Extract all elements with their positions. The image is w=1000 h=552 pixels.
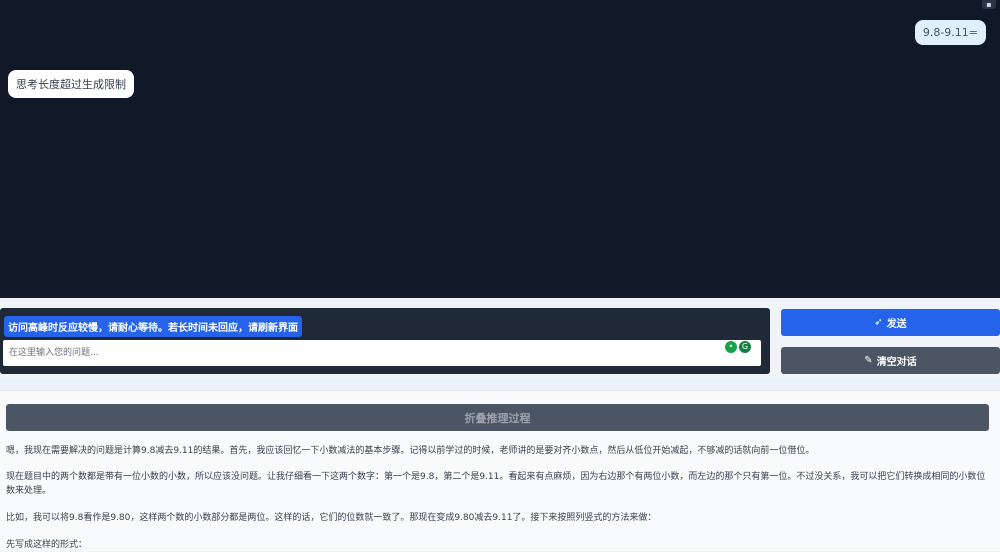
user-message-bubble: 9.8-9.11= <box>914 20 986 45</box>
question-input[interactable] <box>3 340 761 366</box>
divider <box>0 378 1000 390</box>
reasoning-paragraph: 嗯，我现在需要解决的问题是计算9.8减去9.11的结果。首先，我应该回忆一下小数… <box>6 446 815 456</box>
reasoning-paragraph: 现在题目中的两个数都是带有一位小数的小数，所以应该没问题。让我仔细看一下这两个数… <box>6 472 986 496</box>
rocket-icon: ➶ <box>874 317 883 328</box>
send-label: 发送 <box>886 319 907 330</box>
pin-icon[interactable]: • <box>725 341 737 353</box>
broom-icon: ✎ <box>864 355 873 366</box>
fold-reasoning-button[interactable]: 折叠推理过程 <box>6 404 989 431</box>
bot-message-bubble: 思考长度超过生成限制 <box>8 70 134 98</box>
busy-notice: 访问高峰时反应较慢，请耐心等待。若长时间未回应，请刷新界面 <box>4 316 302 337</box>
reasoning-paragraph: 比如，我可以将9.8看作是9.80，这样两个数的小数部分都是两位。这样的话，它们… <box>6 513 657 523</box>
input-panel: 访问高峰时反应较慢，请耐心等待。若长时间未回应，请刷新界面 <box>0 308 770 374</box>
clear-conversation-button[interactable]: ✎ 清空对话 <box>781 347 1000 374</box>
trash-icon[interactable]: ▪ <box>982 0 996 9</box>
reasoning-panel: 折叠推理过程 嗯，我现在需要解决的问题是计算9.8减去9.11的结果。首先，我应… <box>0 390 1000 551</box>
clear-label: 清空对话 <box>876 357 917 368</box>
chat-area: ▪ 9.8-9.11= 思考长度超过生成限制 <box>0 0 1000 298</box>
grammar-icon[interactable]: G <box>739 341 751 353</box>
send-button[interactable]: ➶ 发送 <box>781 309 1000 336</box>
